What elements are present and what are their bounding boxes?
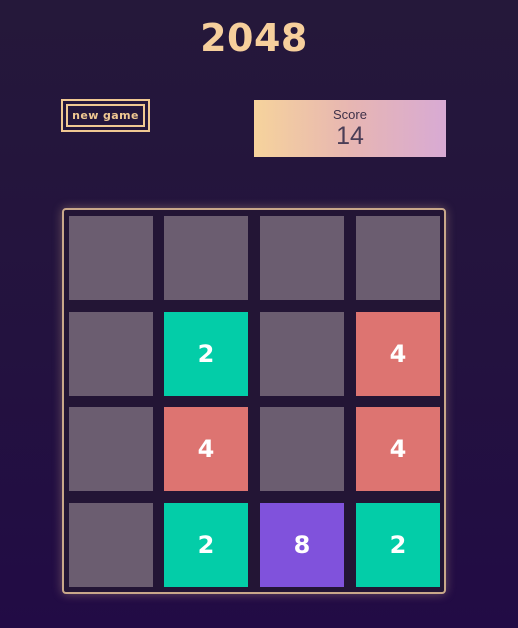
- new-game-button[interactable]: new game: [61, 99, 150, 132]
- tile-r1-c2: [260, 312, 344, 396]
- game-title: 2048: [200, 16, 308, 60]
- tile-r2-c3: 4: [356, 407, 440, 491]
- tile-r1-c1: 2: [164, 312, 248, 396]
- tile-r2-c2: [260, 407, 344, 491]
- tile-r1-c0: [69, 312, 153, 396]
- tile-r3-c0: [69, 503, 153, 587]
- tile-r2-c1: 4: [164, 407, 248, 491]
- tile-r3-c3: 2: [356, 503, 440, 587]
- new-game-label: new game: [66, 104, 145, 127]
- score-panel: Score 14: [254, 100, 446, 157]
- score-label: Score: [333, 107, 367, 122]
- tile-r1-c3: 4: [356, 312, 440, 396]
- tile-r0-c2: [260, 216, 344, 300]
- tile-r0-c0: [69, 216, 153, 300]
- tile-r3-c2: 8: [260, 503, 344, 587]
- tile-r0-c1: [164, 216, 248, 300]
- tile-r0-c3: [356, 216, 440, 300]
- score-value: 14: [336, 122, 364, 150]
- tile-r3-c1: 2: [164, 503, 248, 587]
- game-board: 2 4 4 4 2 8 2: [62, 208, 446, 594]
- tile-r2-c0: [69, 407, 153, 491]
